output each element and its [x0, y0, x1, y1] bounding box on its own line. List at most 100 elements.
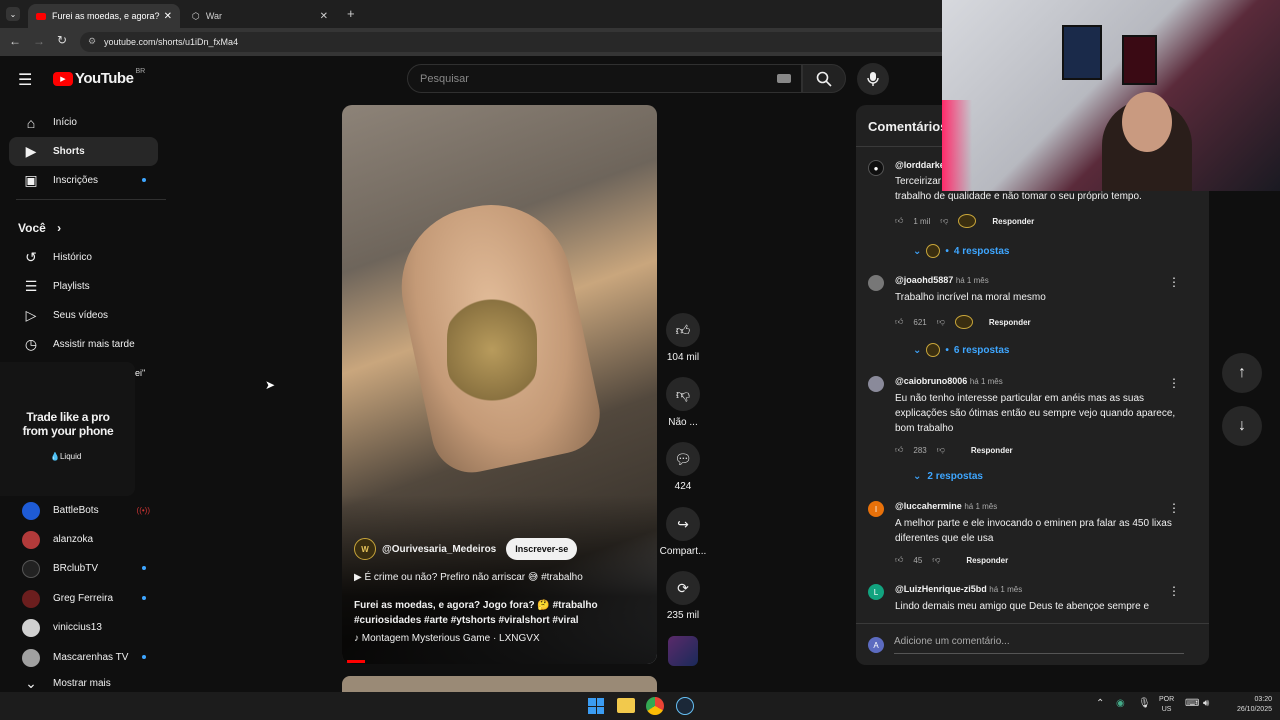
sidebar-channel[interactable]: Mascarenhas TV	[9, 643, 158, 672]
subscribe-button[interactable]: Inscrever-se	[506, 538, 578, 560]
view-replies-button[interactable]: ⌄ • 4 respostas	[913, 244, 1010, 258]
reply-button[interactable]: Responder	[971, 446, 1013, 455]
start-icon[interactable]	[588, 698, 604, 714]
language-indicator[interactable]: POR US	[1159, 695, 1174, 715]
steam-icon[interactable]	[676, 697, 694, 715]
more-options-icon[interactable]: ⋮	[1168, 275, 1180, 289]
channel-name: BRclubTV	[53, 563, 99, 574]
sidebar-channel[interactable]: BattleBots ((•))	[9, 496, 158, 525]
sidebar-channel[interactable]: Greg Ferreira	[9, 584, 158, 613]
view-replies-button[interactable]: ⌄ • 6 respostas	[913, 343, 1010, 357]
sidebar-item-historico[interactable]: ↺ Histórico	[9, 243, 158, 272]
creator-heart-icon	[954, 315, 973, 329]
reply-button[interactable]: Responder	[992, 217, 1034, 226]
back-icon[interactable]: ←	[9, 34, 21, 48]
you-section-header[interactable]: Você ›	[18, 221, 61, 235]
menu-icon[interactable]: ☰	[18, 70, 32, 90]
sidebar-item-inscricoes[interactable]: ▣ Inscrições	[9, 166, 158, 195]
more-options-icon[interactable]: ⋮	[1168, 584, 1180, 598]
reply-button[interactable]: Responder	[989, 318, 1031, 327]
sidebar-channel[interactable]: BRclubTV	[9, 554, 158, 583]
progress-bar[interactable]	[347, 660, 365, 663]
forward-icon[interactable]: →	[33, 34, 45, 48]
commenter-avatar[interactable]: ●	[868, 160, 884, 176]
short-music[interactable]: ♪ Montagem Mysterious Game · LXNGVX	[354, 633, 540, 644]
sidebar-item-playlists[interactable]: ☰ Playlists	[9, 272, 158, 301]
sidebar-item-seus-videos[interactable]: ▷ Seus vídeos	[9, 301, 158, 330]
chrome-icon[interactable]	[646, 697, 664, 715]
chevron-down-icon: ⌄	[913, 471, 922, 482]
tab-youtube[interactable]: Furei as moedas, e agora? J ✕	[28, 4, 180, 28]
short-description[interactable]: Furei as moedas, e agora? Jogo fora? 🤔 #…	[354, 598, 644, 628]
channel-avatar[interactable]: W	[354, 538, 376, 560]
dislike-button[interactable]: 👎︎	[666, 377, 700, 411]
thumbs-up-icon: 👍︎	[675, 321, 691, 338]
search-button[interactable]	[802, 64, 846, 93]
remix-button[interactable]: ⟳	[666, 571, 700, 605]
next-short-button[interactable]: ↓	[1222, 406, 1262, 446]
site-info-icon[interactable]: ⚙	[88, 36, 96, 47]
volume-icon[interactable]: 🔊︎	[1203, 698, 1209, 709]
short-pinned-line[interactable]: ▶ É crime ou não? Prefiro não arriscar 😅…	[354, 572, 583, 583]
address-bar[interactable]: ⚙ youtube.com/shorts/u1iDn_fxMa4	[80, 32, 960, 52]
microphone-icon[interactable]: 🎙︎	[1138, 698, 1151, 709]
sidebar-item-shorts[interactable]: ▶ Shorts	[9, 137, 158, 166]
tab-close-icon[interactable]: ✕	[320, 11, 328, 22]
dislike-icon[interactable]: 👎︎	[940, 216, 948, 226]
comment-author[interactable]: @joaohd5887	[895, 275, 953, 285]
network-icon[interactable]: ⌨	[1185, 698, 1199, 709]
video-coins-image	[447, 295, 537, 405]
arrow-down-icon: ↓	[1238, 417, 1246, 434]
comment-author[interactable]: @lorddarke	[895, 160, 945, 170]
sidebar-channel[interactable]: alanzoka	[9, 525, 158, 554]
youtube-logo[interactable]: ▶ YouTube BR	[53, 68, 145, 87]
more-options-icon[interactable]: ⋮	[1168, 501, 1180, 515]
add-comment-input[interactable]: Adicione um comentário...	[894, 636, 1184, 654]
tray-app-icon[interactable]: ◉	[1116, 698, 1125, 709]
short-video-player[interactable]: W @Ourivesaria_Medeiros Inscrever-se ▶ É…	[342, 105, 657, 664]
comment-author[interactable]: @luccahermine	[895, 501, 962, 511]
comments-button[interactable]: 💬︎	[666, 442, 700, 476]
previous-short-button[interactable]: ↑	[1222, 353, 1262, 393]
tab-close-icon[interactable]: ✕	[164, 11, 172, 22]
comment-like-count: 45	[913, 555, 923, 565]
reply-button[interactable]: Responder	[966, 556, 1008, 565]
comment-author[interactable]: @caiobruno8006	[895, 376, 967, 386]
view-replies-button[interactable]: ⌄ 2 respostas	[913, 471, 983, 482]
comment-author[interactable]: @LuizHenrique-zi5bd	[895, 584, 987, 594]
commenter-avatar[interactable]: l	[868, 501, 884, 517]
commenter-avatar[interactable]	[868, 275, 884, 291]
commenter-avatar[interactable]	[868, 376, 884, 392]
more-options-icon[interactable]: ⋮	[1168, 376, 1180, 390]
dislike-icon[interactable]: 👎︎	[937, 445, 945, 455]
sidebar-item-assistir-mais-tarde[interactable]: ◷ Assistir mais tarde	[9, 330, 158, 359]
keyboard-icon[interactable]	[777, 74, 791, 83]
tab-war[interactable]: ⬡ War ✕	[184, 4, 336, 28]
file-explorer-icon[interactable]	[617, 698, 635, 713]
show-hidden-icons[interactable]: ⌃	[1096, 698, 1104, 709]
search-input[interactable]: Pesquisar	[407, 64, 802, 93]
commenter-avatar[interactable]: L	[868, 584, 884, 600]
like-icon[interactable]: 👍︎	[895, 317, 903, 327]
new-tab-icon[interactable]: +	[347, 6, 355, 21]
dislike-icon[interactable]: 👎︎	[937, 317, 945, 327]
like-button[interactable]: 👍︎	[666, 313, 700, 347]
like-icon[interactable]: 👍︎	[895, 445, 903, 455]
reload-icon[interactable]: ↻	[57, 33, 67, 47]
voice-search-button[interactable]	[857, 63, 889, 95]
sidebar-item-inicio[interactable]: ⌂ Início	[9, 108, 158, 137]
sound-thumbnail[interactable]	[668, 636, 698, 666]
sidebar-channel[interactable]: viniccius13	[9, 613, 158, 642]
show-more-button[interactable]: ⌄ Mostrar mais	[9, 674, 158, 692]
next-short-preview[interactable]	[342, 676, 657, 692]
comment-text: A melhor parte e ele invocando o eminen …	[895, 518, 1172, 544]
thumbs-down-icon: 👎︎	[675, 385, 691, 402]
short-channel-name[interactable]: @Ourivesaria_Medeiros	[382, 544, 496, 555]
like-icon[interactable]: 👍︎	[895, 216, 903, 226]
dislike-icon[interactable]: 👎︎	[932, 555, 940, 565]
share-button[interactable]: ↪	[666, 507, 700, 541]
like-icon[interactable]: 👍︎	[895, 555, 903, 565]
tab-search-icon[interactable]: ⌄	[6, 7, 20, 21]
sidebar-ad[interactable]: Trade like a pro from your phone 💧Liquid	[0, 362, 135, 496]
clock[interactable]: 03:20 26/10/2025	[1222, 695, 1272, 715]
